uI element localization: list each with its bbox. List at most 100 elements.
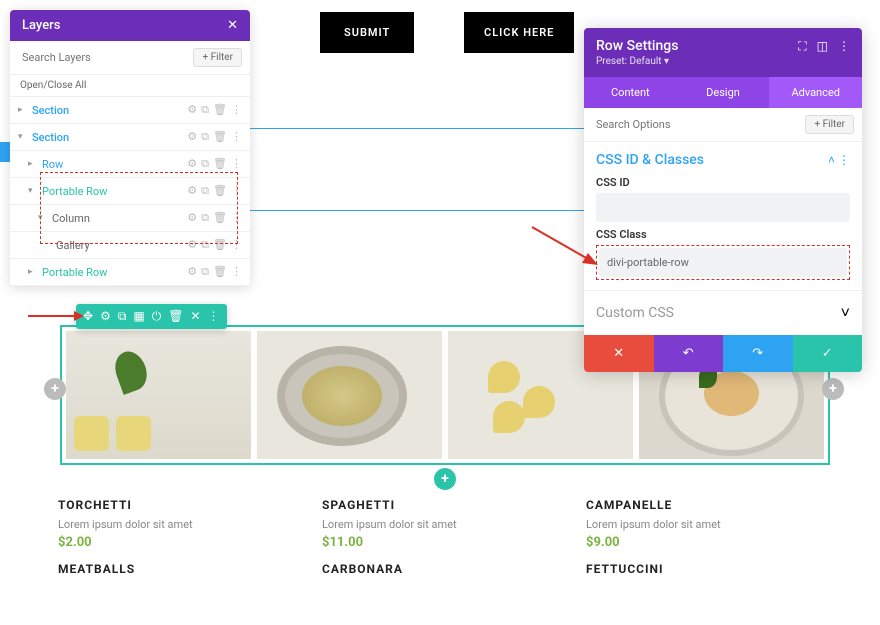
tab-content[interactable]: Content <box>584 77 677 108</box>
layers-filter-button[interactable]: + Filter <box>193 48 242 67</box>
power-icon[interactable]: ⏻ <box>152 309 162 324</box>
layer-item-portable-row[interactable]: ▾ Portable Row ⚙⧉🗑⋮ <box>10 178 250 205</box>
move-icon[interactable]: ✥ <box>83 309 93 324</box>
chevron-down-icon: ˅ <box>841 303 850 323</box>
chevron-up-icon[interactable]: ˄ ⋮ <box>828 153 850 167</box>
chevron-right-icon: ▸ <box>28 267 38 277</box>
open-close-all[interactable]: Open/Close All <box>10 75 250 97</box>
add-row-button[interactable]: + <box>434 468 456 490</box>
menu-item: FETTUCCINI <box>586 562 830 582</box>
layer-actions: ⚙ ⧉ 🗑 ⋮ <box>187 103 242 117</box>
more-icon[interactable]: ⋮ <box>231 103 242 117</box>
arrow-annotation <box>530 225 600 270</box>
menu-grid: TORCHETTI Lorem ipsum dolor sit amet $2.… <box>58 498 830 582</box>
chevron-down-icon: ▾ <box>38 213 48 223</box>
gear-icon[interactable]: ⚙ <box>187 103 197 117</box>
trash-icon[interactable]: 🗑 <box>213 238 227 252</box>
save-button[interactable]: ✓ <box>793 335 863 372</box>
gear-icon[interactable]: ⚙ <box>187 157 197 171</box>
expand-icon[interactable]: ⛶ <box>798 39 806 54</box>
custom-css-section[interactable]: Custom CSS ˅ <box>584 290 862 335</box>
menu-item: TORCHETTI Lorem ipsum dolor sit amet $2.… <box>58 498 302 550</box>
menu-item: MEATBALLS <box>58 562 302 582</box>
settings-title: Row Settings <box>596 38 678 54</box>
gear-icon[interactable]: ⚙ <box>187 130 197 144</box>
chevron-down-icon: ▾ <box>28 186 38 196</box>
add-button[interactable]: + <box>822 378 844 400</box>
gallery-image[interactable] <box>257 331 442 459</box>
trash-icon[interactable]: 🗑 <box>213 184 227 198</box>
layer-item-section[interactable]: ▸ Section ⚙⧉🗑⋮ <box>10 97 250 124</box>
row-toolbar: ✥ ⚙ ⧉ ▦ ⏻ 🗑 ✕ ⋮ <box>76 304 227 329</box>
duplicate-icon[interactable]: ⧉ <box>201 238 209 252</box>
gallery-image[interactable] <box>66 331 251 459</box>
more-icon[interactable]: ⋮ <box>231 211 242 225</box>
layer-item-column[interactable]: ▾ Column ⚙⧉🗑⋮ <box>10 205 250 232</box>
css-id-input[interactable] <box>596 193 850 222</box>
redo-button[interactable]: ↷ <box>723 335 793 372</box>
more-icon[interactable]: ⋮ <box>838 39 850 54</box>
more-icon[interactable]: ⋮ <box>231 184 242 198</box>
duplicate-icon[interactable]: ⧉ <box>201 130 209 144</box>
css-class-label: CSS Class <box>596 228 850 241</box>
more-icon[interactable]: ⋮ <box>231 130 242 144</box>
more-icon[interactable]: ⋮ <box>231 238 242 252</box>
gear-icon[interactable]: ⚙ <box>187 265 197 279</box>
duplicate-icon[interactable]: ⧉ <box>201 103 209 117</box>
settings-filter-button[interactable]: + Filter <box>805 115 854 134</box>
tab-advanced[interactable]: Advanced <box>769 77 862 108</box>
preset-dropdown[interactable]: Preset: Default ▾ <box>596 56 850 67</box>
click-here-button[interactable]: CLICK HERE <box>464 12 574 53</box>
tab-design[interactable]: Design <box>677 77 770 108</box>
layer-item-portable-row[interactable]: ▸ Portable Row ⚙⧉🗑⋮ <box>10 259 250 286</box>
settings-footer: ✕ ↶ ↷ ✓ <box>584 335 862 372</box>
gear-icon[interactable]: ⚙ <box>100 309 111 324</box>
chevron-right-icon: ▸ <box>18 105 28 115</box>
menu-item: SPAGHETTI Lorem ipsum dolor sit amet $11… <box>322 498 566 550</box>
settings-search-row: + Filter <box>584 108 862 142</box>
layer-item-section[interactable]: ▾ Section ⚙⧉🗑⋮ <box>10 124 250 151</box>
duplicate-icon[interactable]: ⧉ <box>201 184 209 198</box>
more-icon[interactable]: ⋮ <box>208 309 220 324</box>
trash-icon[interactable]: 🗑 <box>213 265 227 279</box>
gear-icon[interactable]: ⚙ <box>187 211 197 225</box>
layers-title: Layers <box>22 18 60 33</box>
columns-icon[interactable]: ▦ <box>133 309 144 324</box>
css-id-classes-section: CSS ID & Classes ˄ ⋮ CSS ID CSS Class <box>584 142 862 290</box>
columns-icon[interactable]: ◫ <box>817 39 828 54</box>
layer-item-row[interactable]: ▸ Row ⚙⧉🗑⋮ <box>10 151 250 178</box>
more-icon[interactable]: ⋮ <box>231 265 242 279</box>
row-settings-panel: Row Settings ⛶ ◫ ⋮ Preset: Default ▾ Con… <box>584 28 862 372</box>
more-icon[interactable]: ⋮ <box>231 157 242 171</box>
cancel-button[interactable]: ✕ <box>584 335 654 372</box>
gear-icon[interactable]: ⚙ <box>187 238 197 252</box>
trash-icon[interactable]: 🗑 <box>213 103 227 117</box>
arrow-annotation <box>28 310 84 322</box>
close-icon[interactable]: ✕ <box>227 18 238 33</box>
add-button[interactable]: + <box>44 378 66 400</box>
layers-header: Layers ✕ <box>10 10 250 41</box>
layer-item-gallery[interactable]: Gallery ⚙⧉🗑⋮ <box>10 232 250 259</box>
css-class-input[interactable] <box>599 248 847 277</box>
search-layers-input[interactable] <box>18 47 193 68</box>
layers-panel: Layers ✕ + Filter Open/Close All ▸ Secti… <box>10 10 250 286</box>
trash-icon[interactable]: 🗑 <box>213 130 227 144</box>
trash-icon[interactable]: 🗑 <box>213 157 227 171</box>
close-icon[interactable]: ✕ <box>190 309 200 324</box>
duplicate-icon[interactable]: ⧉ <box>201 157 209 171</box>
duplicate-icon[interactable]: ⧉ <box>118 309 127 324</box>
undo-button[interactable]: ↶ <box>654 335 724 372</box>
layers-search-row: + Filter <box>10 41 250 75</box>
submit-button[interactable]: SUBMIT <box>320 12 414 53</box>
duplicate-icon[interactable]: ⧉ <box>201 211 209 225</box>
duplicate-icon[interactable]: ⧉ <box>201 265 209 279</box>
section-title: CSS ID & Classes <box>596 152 704 168</box>
trash-icon[interactable]: 🗑 <box>168 309 183 324</box>
gear-icon[interactable]: ⚙ <box>187 184 197 198</box>
css-class-highlight <box>596 245 850 280</box>
chevron-right-icon: ▸ <box>28 159 38 169</box>
trash-icon[interactable]: 🗑 <box>213 211 227 225</box>
menu-item: CAMPANELLE Lorem ipsum dolor sit amet $9… <box>586 498 830 550</box>
settings-tabs: Content Design Advanced <box>584 77 862 108</box>
search-options-input[interactable] <box>592 114 805 135</box>
